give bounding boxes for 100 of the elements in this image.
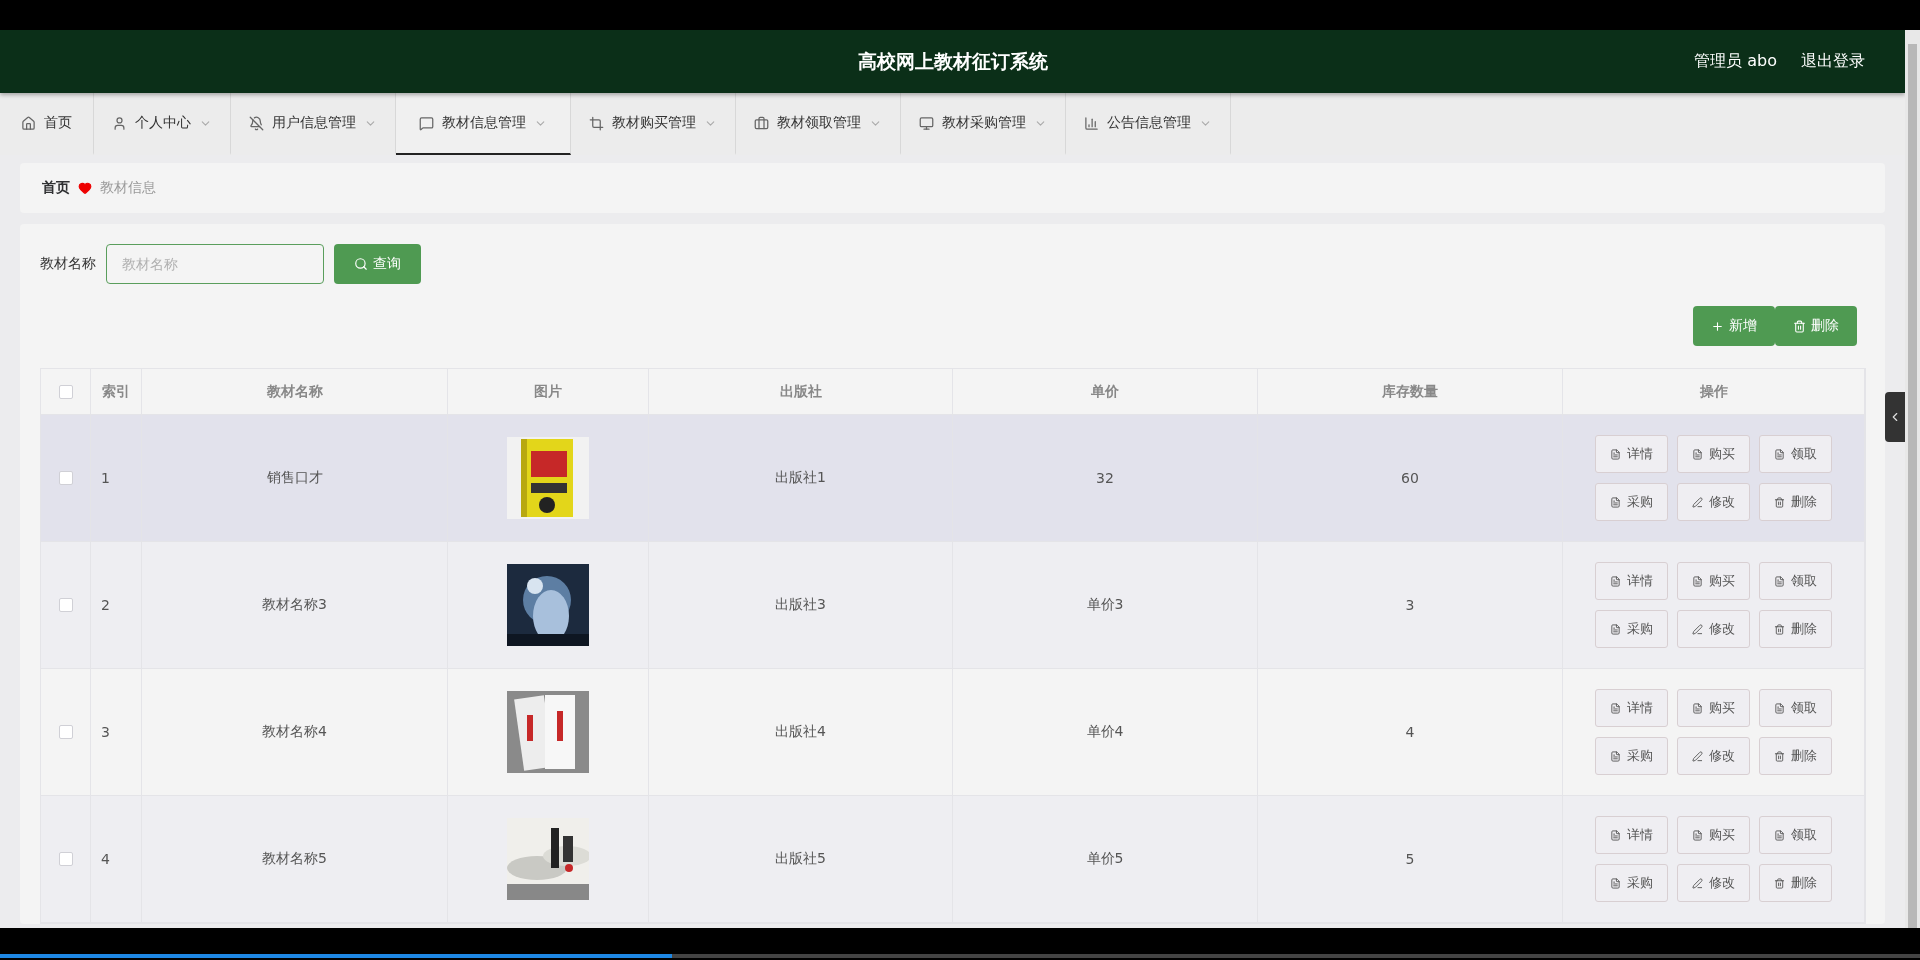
document-icon <box>1692 448 1703 460</box>
row-checkbox[interactable] <box>58 471 73 485</box>
document-icon <box>1610 702 1621 714</box>
select-all-checkbox[interactable] <box>58 384 73 399</box>
breadcrumb-current: 教材信息 <box>100 179 156 197</box>
document-icon <box>1610 448 1621 460</box>
table-cell: 教材名称3 <box>142 542 448 669</box>
pencil-icon <box>1692 877 1703 889</box>
nav-tab[interactable]: 教材采购管理 <box>901 93 1066 155</box>
nav-tab[interactable]: 公告信息管理 <box>1066 93 1231 155</box>
document-icon <box>1774 575 1785 587</box>
pencil-icon <box>1692 623 1703 635</box>
column-header: 出版社 <box>649 369 953 415</box>
action-button[interactable]: 详情 <box>1595 689 1668 727</box>
video-progress-bar[interactable] <box>0 954 1920 958</box>
document-icon <box>1692 575 1703 587</box>
pencil-icon <box>1692 750 1703 762</box>
app-title: 高校网上教材征订系统 <box>857 48 1048 74</box>
action-button[interactable]: 详情 <box>1595 435 1668 473</box>
document-icon <box>1692 702 1703 714</box>
pencil-icon <box>1692 496 1703 508</box>
breadcrumb-home[interactable]: 首页 <box>42 179 70 197</box>
column-header: 图片 <box>448 369 649 415</box>
table-cell: 单价3 <box>953 542 1258 669</box>
scrollbar[interactable] <box>1905 30 1920 928</box>
table-cell: 4 <box>1258 669 1563 796</box>
document-icon <box>1774 702 1785 714</box>
action-button[interactable]: 购买 <box>1677 689 1750 727</box>
action-button[interactable]: 领取 <box>1759 562 1832 600</box>
trash-icon <box>1793 319 1806 333</box>
column-header: 单价 <box>953 369 1258 415</box>
table-cell: 教材名称4 <box>142 669 448 796</box>
trash-icon <box>1774 750 1785 762</box>
table-cell: 出版社3 <box>649 542 953 669</box>
table-cell: 单价5 <box>953 796 1258 923</box>
action-button[interactable]: 领取 <box>1759 689 1832 727</box>
action-button[interactable]: 购买 <box>1677 816 1750 854</box>
table-cell: 出版社4 <box>649 669 953 796</box>
nav-tab[interactable]: 教材购买管理 <box>571 93 736 155</box>
table-cell: 3 <box>91 669 142 796</box>
action-button[interactable]: 修改 <box>1677 610 1750 648</box>
document-icon <box>1774 829 1785 841</box>
action-button[interactable]: 删除 <box>1759 864 1832 902</box>
document-icon <box>1610 877 1621 889</box>
action-button[interactable]: 修改 <box>1677 483 1750 521</box>
trash-icon <box>1774 877 1785 889</box>
table-cell: 教材名称5 <box>142 796 448 923</box>
search-icon <box>354 257 368 271</box>
plus-icon <box>1711 319 1724 333</box>
column-header: 操作 <box>1563 369 1865 415</box>
row-checkbox[interactable] <box>58 598 73 612</box>
table-cell: 3 <box>1258 542 1563 669</box>
table-cell: 出版社5 <box>649 796 953 923</box>
column-header: 库存数量 <box>1258 369 1563 415</box>
nav-tab[interactable]: 首页 <box>0 93 94 155</box>
action-button[interactable]: 采购 <box>1595 864 1668 902</box>
table-cell: 销售口才 <box>142 415 448 542</box>
document-icon <box>1610 575 1621 587</box>
document-icon <box>1610 829 1621 841</box>
document-icon <box>1692 829 1703 841</box>
table-cell: 单价4 <box>953 669 1258 796</box>
action-button[interactable]: 删除 <box>1759 483 1832 521</box>
trash-icon <box>1774 496 1785 508</box>
search-label: 教材名称 <box>40 255 96 273</box>
column-header: 教材名称 <box>142 369 448 415</box>
trash-icon <box>1774 623 1785 635</box>
search-field[interactable]: 教材名称 <box>106 244 324 284</box>
action-button[interactable]: 详情 <box>1595 816 1668 854</box>
action-button[interactable]: 领取 <box>1759 816 1832 854</box>
table-cell: 32 <box>953 415 1258 542</box>
table-cell: 2 <box>91 542 142 669</box>
action-button[interactable]: 修改 <box>1677 864 1750 902</box>
column-header: 索引 <box>91 369 142 415</box>
document-icon <box>1610 623 1621 635</box>
action-button[interactable]: 删除 <box>1759 610 1832 648</box>
document-icon <box>1610 750 1621 762</box>
document-icon <box>1774 448 1785 460</box>
action-button[interactable]: 购买 <box>1677 562 1750 600</box>
action-button[interactable]: 采购 <box>1595 610 1668 648</box>
table-cell: 1 <box>91 415 142 542</box>
table-cell: 4 <box>91 796 142 923</box>
action-button[interactable]: 删除 <box>1759 737 1832 775</box>
table-cell: 60 <box>1258 415 1563 542</box>
nav-tab[interactable]: 教材信息管理 <box>396 93 571 155</box>
table-cell: 5 <box>1258 796 1563 923</box>
action-button[interactable]: 采购 <box>1595 483 1668 521</box>
heart-icon <box>78 181 92 195</box>
table-cell: 出版社1 <box>649 415 953 542</box>
action-button[interactable]: 购买 <box>1677 435 1750 473</box>
row-checkbox[interactable] <box>58 725 73 739</box>
action-button[interactable]: 领取 <box>1759 435 1832 473</box>
logout-link[interactable]: 退出登录 <box>1801 51 1865 72</box>
nav-tab[interactable]: 个人中心 <box>94 93 231 155</box>
action-button[interactable]: 修改 <box>1677 737 1750 775</box>
document-icon <box>1610 496 1621 508</box>
side-panel-toggle[interactable] <box>1885 392 1905 442</box>
action-button[interactable]: 采购 <box>1595 737 1668 775</box>
row-checkbox[interactable] <box>58 852 73 866</box>
nav-tab[interactable]: 教材领取管理 <box>736 93 901 155</box>
action-button[interactable]: 详情 <box>1595 562 1668 600</box>
